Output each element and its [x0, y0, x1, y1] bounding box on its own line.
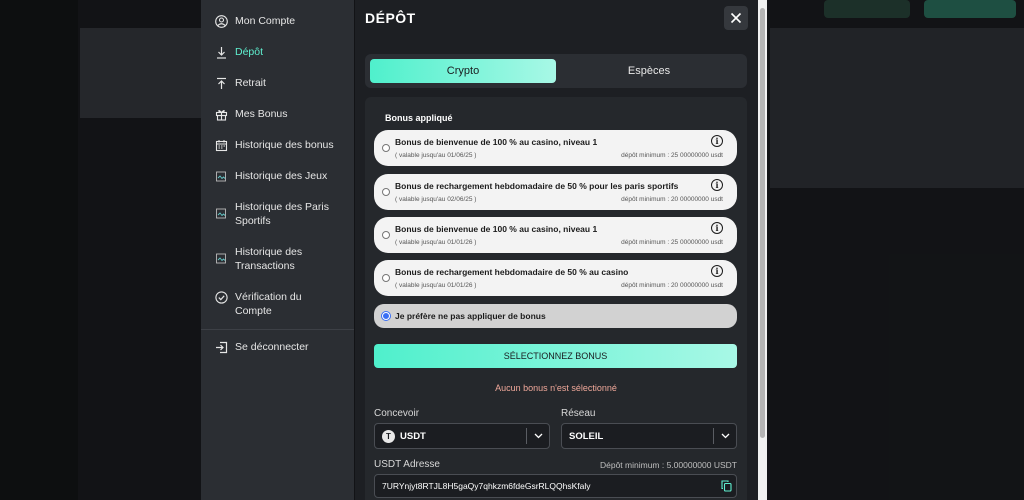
bonus-name: Bonus de rechargement hebdomadaire de 50… — [395, 181, 679, 191]
sidebar-item-mes-bonus[interactable]: Mes Bonus — [201, 107, 354, 121]
withdraw-arrow-icon — [215, 77, 228, 90]
sidebar-item-label: Mes Bonus — [235, 108, 288, 120]
bonus-option[interactable]: Bonus de rechargement hebdomadaire de 50… — [374, 260, 737, 296]
bonus-validity: ( valable jusqu'au 01/06/25 ) — [395, 152, 477, 159]
sidebar-item-mon-compte[interactable]: Mon Compte — [201, 14, 354, 28]
address-label: USDT Adresse — [374, 459, 440, 470]
bonus-minimum: dépôt minimum : 20 00000000 usdt — [621, 282, 723, 289]
tab-crypto[interactable]: Crypto — [370, 59, 556, 83]
sidebar-item-historique-bonus[interactable]: Historique des bonus — [201, 138, 354, 152]
bonus-validity: ( valable jusqu'au 02/06/25 ) — [395, 196, 477, 203]
broken-image-icon — [215, 207, 228, 220]
sidebar-item-label: Vérification du Compte — [235, 291, 302, 317]
account-sidebar: Mon Compte Dépôt Retrait Mes Bonus Histo… — [201, 0, 354, 500]
gift-icon — [215, 108, 228, 121]
user-circle-icon — [215, 15, 228, 28]
close-icon — [730, 12, 742, 24]
info-icon[interactable]: i — [711, 265, 723, 277]
info-icon[interactable]: i — [711, 179, 723, 191]
currency-value-wrap: T USDT — [382, 429, 526, 443]
check-circle-icon — [215, 291, 228, 304]
deposit-modal: DÉPÔT Crypto Espèces Bonus appliqué Bonu… — [355, 0, 758, 500]
sidebar-item-label: Historique des bonus — [235, 139, 334, 151]
sidebar-item-verification[interactable]: Vérification du Compte — [201, 290, 354, 318]
no-bonus-option[interactable]: Je préfère ne pas appliquer de bonus — [374, 304, 737, 328]
radio-button[interactable] — [382, 144, 390, 152]
radio-button-selected[interactable] — [382, 312, 390, 320]
sidebar-item-label: Historique des Paris Sportifs — [235, 201, 329, 227]
tab-especes[interactable]: Espèces — [556, 59, 742, 83]
bonus-option[interactable]: Bonus de bienvenue de 100 % au casino, n… — [374, 130, 737, 166]
calendar-icon — [215, 139, 228, 152]
currency-select[interactable]: T USDT — [374, 423, 550, 449]
logout-label: Se déconnecter — [235, 341, 309, 353]
bonus-minimum: dépôt minimum : 25 00000000 usdt — [621, 152, 723, 159]
bonus-name: Bonus de bienvenue de 100 % au casino, n… — [395, 224, 598, 234]
bonus-validity: ( valable jusqu'au 01/01/26 ) — [395, 239, 477, 246]
network-select[interactable]: SOLEIL — [561, 423, 737, 449]
modal-scrollbar[interactable] — [758, 0, 767, 500]
sidebar-item-label: Historique des Jeux — [235, 170, 328, 182]
radio-button[interactable] — [382, 231, 390, 239]
bonus-minimum: dépôt minimum : 20 00000000 usdt — [621, 196, 723, 203]
bonus-option[interactable]: Bonus de bienvenue de 100 % au casino, n… — [374, 217, 737, 253]
radio-button[interactable] — [382, 274, 390, 282]
deposit-address: 7URYnjyt8RTJL8H5gaQy7qhkzm6fdeGsrRLQQhsK… — [382, 481, 591, 491]
sidebar-item-depot[interactable]: Dépôt — [201, 45, 354, 59]
sidebar-item-historique-paris[interactable]: Historique des Paris Sportifs — [201, 200, 354, 228]
bonus-name: Bonus de bienvenue de 100 % au casino, n… — [395, 137, 598, 147]
radio-button[interactable] — [382, 188, 390, 196]
sidebar-item-historique-transactions[interactable]: Historique des Transactions — [201, 245, 354, 273]
bonus-name: Bonus de rechargement hebdomadaire de 50… — [395, 267, 629, 277]
close-button[interactable] — [724, 6, 748, 30]
bonus-minimum: dépôt minimum : 25 00000000 usdt — [621, 239, 723, 246]
currency-value: USDT — [400, 430, 426, 442]
select-bonus-button[interactable]: SÉLECTIONNEZ BONUS — [374, 344, 737, 368]
chevron-down-icon — [714, 433, 736, 439]
bonus-heading: Bonus appliqué — [385, 113, 453, 123]
sidebar-divider — [201, 329, 354, 330]
tether-icon: T — [382, 429, 395, 443]
sidebar-item-label: Retrait — [235, 77, 266, 89]
sidebar-item-historique-jeux[interactable]: Historique des Jeux — [201, 169, 354, 183]
copy-icon[interactable] — [716, 480, 736, 492]
deposit-arrow-icon — [215, 46, 228, 59]
scrollbar-thumb[interactable] — [760, 8, 765, 438]
info-icon[interactable]: i — [711, 135, 723, 147]
no-bonus-label: Je préfère ne pas appliquer de bonus — [395, 311, 546, 321]
network-value: SOLEIL — [569, 430, 604, 442]
logout-button[interactable]: Se déconnecter — [201, 340, 354, 354]
currency-label: Concevoir — [374, 408, 420, 419]
broken-image-icon — [215, 252, 228, 265]
info-icon[interactable]: i — [711, 222, 723, 234]
broken-image-icon — [215, 170, 228, 183]
sidebar-item-retrait[interactable]: Retrait — [201, 76, 354, 90]
bonus-validity: ( valable jusqu'au 01/01/26 ) — [395, 282, 477, 289]
sidebar-item-label: Mon Compte — [235, 15, 296, 27]
bonus-option[interactable]: Bonus de rechargement hebdomadaire de 50… — [374, 174, 737, 210]
network-label: Réseau — [561, 408, 596, 419]
logout-icon — [215, 341, 228, 354]
sidebar-item-label: Historique des Transactions — [235, 246, 303, 272]
modal-title: DÉPÔT — [365, 10, 416, 26]
deposit-address-field[interactable]: 7URYnjyt8RTJL8H5gaQy7qhkzm6fdeGsrRLQQhsK… — [374, 474, 737, 498]
deposit-form: Bonus appliqué Bonus de bienvenue de 100… — [365, 97, 747, 500]
no-bonus-message: Aucun bonus n'est sélectionné — [495, 383, 617, 393]
sidebar-item-label: Dépôt — [235, 46, 264, 58]
payment-type-tabs: Crypto Espèces — [365, 54, 747, 88]
min-deposit-text: Dépôt minimum : 5.00000000 USDT — [599, 460, 737, 470]
chevron-down-icon — [527, 433, 549, 439]
